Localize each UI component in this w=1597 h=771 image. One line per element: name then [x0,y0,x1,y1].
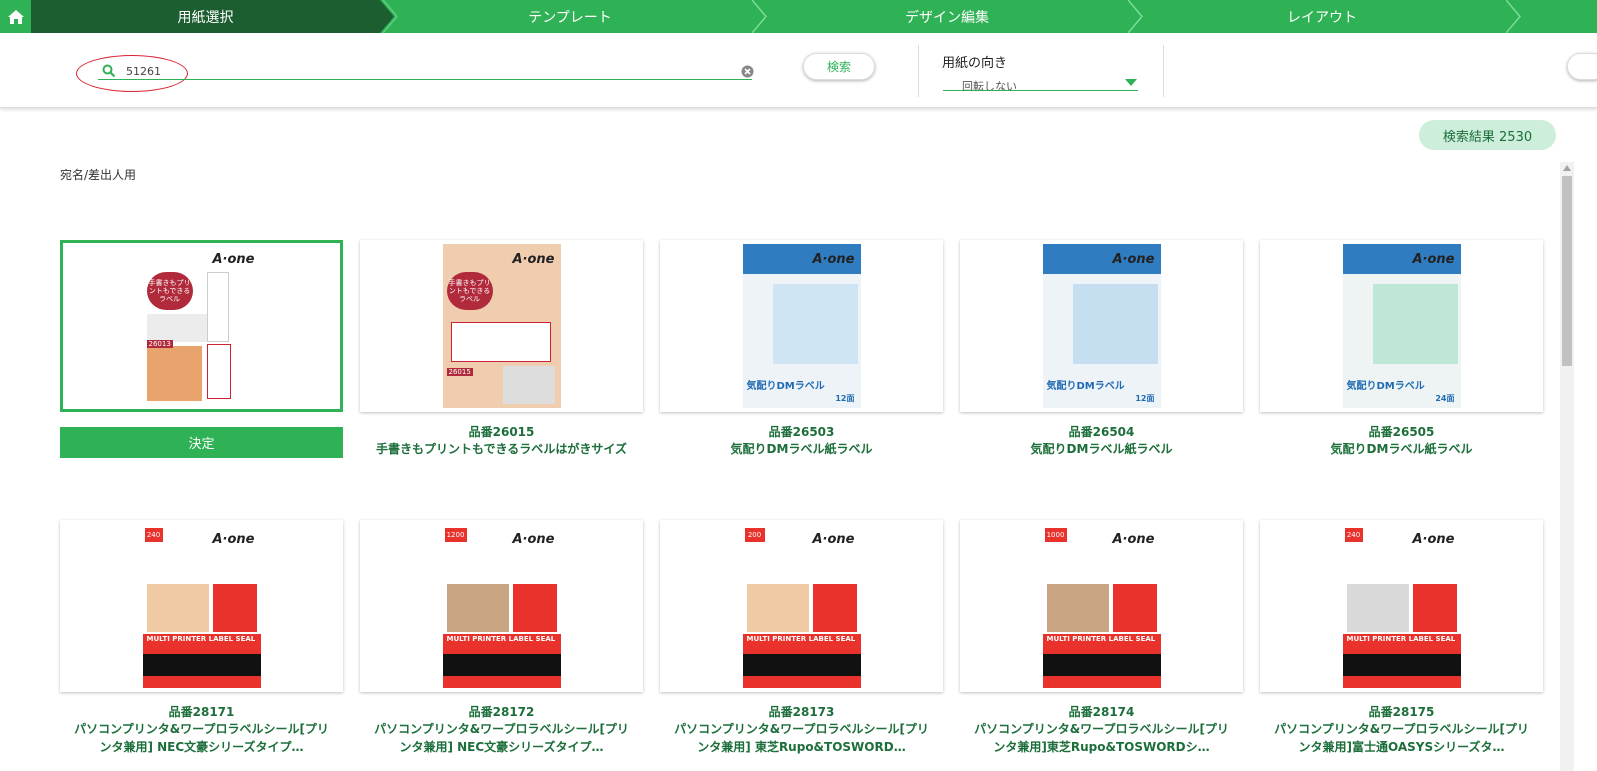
header-edge-button[interactable] [1567,53,1597,80]
product-code: 品番28171 [168,705,235,719]
product-name[interactable]: 気配りDMラベル紙ラベル [1270,440,1533,458]
orientation-label: 用紙の向き [942,56,1008,71]
package-tag: MULTI PRINTER LABEL SEAL [1042,634,1161,654]
package-tag: MULTI PRINTER LABEL SEAL [142,634,261,654]
product-code: 品番26505 [1368,425,1435,439]
package-series: 12面 [835,394,855,403]
package-tag: 気配りDMラベル [746,381,825,392]
brand-logo: A·one [812,252,855,267]
package-series: 240 [144,528,163,542]
brand-logo: A·one [1412,252,1455,267]
product-name[interactable]: パソコンプリンタ&ワープロラベルシール[プリンタ兼用]東芝Rupo&TOSWOR… [970,720,1233,756]
step-label: 用紙選択 [177,9,234,26]
search-icon [102,64,116,78]
step-design-edit[interactable]: デザイン編集 [766,0,1128,33]
brand-logo: A·one [1112,532,1155,547]
product-name[interactable]: 手書きもプリントもできるラベルはがきサイズ [370,440,633,458]
product-thumbnail[interactable]: 1000 A·one MULTI PRINTER LABEL SEAL [960,520,1243,692]
product-package-image: 200 A·one MULTI PRINTER LABEL SEAL [742,524,861,688]
search-underline [98,79,752,80]
product-code: 品番26503 [768,425,835,439]
brand-logo: A·one [1112,252,1155,267]
brand-logo: A·one [212,532,255,547]
package-series: 26013 [146,340,173,348]
orientation-select[interactable]: 回転しない [962,78,1017,94]
product-thumbnail[interactable]: A·one 気配りDMラベル 12面 [960,240,1243,412]
product-package-image: 240 A·one MULTI PRINTER LABEL SEAL [142,524,261,688]
product-package-image: A·one 手書きもプリントもできるラベル 26015 [442,244,561,408]
step-label: レイアウト [1287,9,1357,26]
product-name[interactable]: パソコンプリンタ&ワープロラベルシール[プリンタ兼用] NEC文豪シリーズタイプ… [70,720,333,756]
product-code: 品番26015 [468,425,535,439]
package-series: 240 [1344,528,1363,542]
header-divider [1163,45,1164,97]
product-thumbnail[interactable]: 1200 A·one MULTI PRINTER LABEL SEAL [360,520,643,692]
brand-logo: A·one [512,532,555,547]
product-name[interactable]: 気配りDMラベル紙ラベル [970,440,1233,458]
brand-logo: A·one [1412,532,1455,547]
scrollbar-thumb[interactable] [1562,176,1572,366]
product-name[interactable]: パソコンプリンタ&ワープロラベルシール[プリンタ兼用] 東芝Rupo&TOSWO… [670,720,933,756]
product-thumbnail[interactable]: A·one 手書きもプリントもできるラベル 26015 [360,240,643,412]
package-tag: 気配りDMラベル [1046,381,1125,392]
product-thumbnail[interactable]: 200 A·one MULTI PRINTER LABEL SEAL [660,520,943,692]
orientation-underline [943,90,1138,91]
product-code: 品番28172 [468,705,535,719]
product-thumbnail[interactable]: A·one 気配りDMラベル 12面 [660,240,943,412]
package-series: 26015 [446,368,473,376]
package-series: 1000 [1044,528,1067,542]
product-package-image: A·one 気配りDMラベル 12面 [742,244,861,408]
package-series: 200 [744,528,765,542]
product-package-image: 240 A·one MULTI PRINTER LABEL SEAL [1342,524,1461,688]
search-input[interactable] [126,62,726,80]
package-tag: 手書きもプリントもできるラベル [146,272,193,310]
product-package-image: 1000 A·one MULTI PRINTER LABEL SEAL [1042,524,1161,688]
package-series: 24面 [1435,394,1455,403]
brand-logo: A·one [812,532,855,547]
package-tag: MULTI PRINTER LABEL SEAL [1342,634,1461,654]
step-label: デザイン編集 [905,9,989,26]
product-package-image: A·one 気配りDMラベル 12面 [1042,244,1161,408]
brand-logo: A·one [512,252,555,267]
brand-logo: A·one [212,252,255,267]
product-thumbnail[interactable]: 240 A·one MULTI PRINTER LABEL SEAL [60,520,343,692]
step-divider [1506,0,1521,33]
package-tag: 手書きもプリントもできるラベル [446,272,493,310]
product-name[interactable]: パソコンプリンタ&ワープロラベルシール[プリンタ兼用]富士通OASYSシリーズタ… [1270,720,1533,756]
scroll-up-arrow-icon[interactable] [1563,165,1571,171]
product-code: 品番28174 [1068,705,1135,719]
home-icon [7,9,24,24]
step-paper-select[interactable]: 用紙選択 [31,0,380,33]
step-bar: 用紙選択 テンプレート デザイン編集 レイアウト [0,0,1597,33]
package-tag: MULTI PRINTER LABEL SEAL [442,634,561,654]
search-header: 検索 用紙の向き 回転しない [0,33,1597,108]
package-series: 1200 [444,528,467,542]
product-name[interactable]: パソコンプリンタ&ワープロラベルシール[プリンタ兼用] NEC文豪シリーズタイプ… [370,720,633,756]
package-tag: MULTI PRINTER LABEL SEAL [742,634,861,654]
product-package-image: 1200 A·one MULTI PRINTER LABEL SEAL [442,524,561,688]
product-code: 品番28173 [768,705,835,719]
product-package-image: A·one 気配りDMラベル 24面 [1342,244,1461,408]
product-package-image: A·one 手書きもプリントもできるラベル 26013 [142,244,261,408]
home-button[interactable] [0,0,31,33]
step-label: テンプレート [528,9,612,26]
result-count-badge: 検索結果 2530 [1419,120,1556,150]
step-layout[interactable]: レイアウト [1140,0,1504,33]
product-code: 品番26504 [1068,425,1135,439]
product-thumbnail[interactable]: 240 A·one MULTI PRINTER LABEL SEAL [1260,520,1543,692]
product-thumbnail[interactable]: A·one 気配りDMラベル 24面 [1260,240,1543,412]
clear-icon[interactable] [741,65,754,78]
product-code: 品番28175 [1368,705,1435,719]
package-series: 12面 [1135,394,1155,403]
step-template[interactable]: テンプレート [394,0,746,33]
category-title: 宛名/差出人用 [60,168,137,182]
header-divider [918,45,919,97]
decide-button[interactable]: 決定 [60,427,343,458]
package-tag: 気配りDMラベル [1346,381,1425,392]
dropdown-arrow-icon[interactable] [1125,79,1137,87]
product-thumbnail[interactable]: A·one 手書きもプリントもできるラベル 26013 [60,240,343,412]
search-button[interactable]: 検索 [803,53,875,80]
product-name[interactable]: 気配りDMラベル紙ラベル [670,440,933,458]
